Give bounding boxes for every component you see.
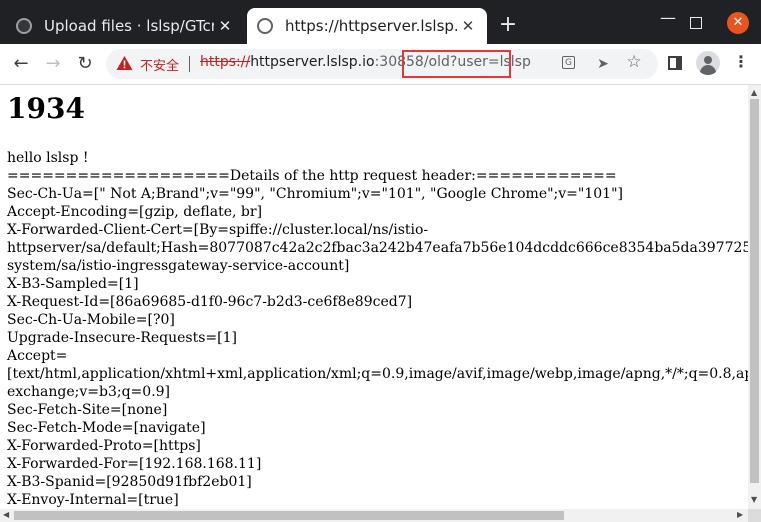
tab-upload-files[interactable]: Upload files · lslsp/GTcnca ✕ [8,8,244,44]
url-host: httpserver.lslsp.io [250,54,375,70]
github-icon [16,18,32,34]
body-line: system/sa/istio-ingressgateway-service-a… [7,258,350,274]
translate-icon[interactable]: G [562,56,575,69]
new-tab-button[interactable]: + [496,14,520,36]
reload-icon[interactable]: ↻ [73,52,97,76]
send-icon[interactable]: ➤ [594,56,612,72]
url-path-highlight [402,50,511,78]
body-line: Accept= [7,348,68,364]
maximize-window-button[interactable] [690,17,702,29]
body-line: Sec-Fetch-Site=[none] [7,402,168,418]
browser-title-bar: Upload files · lslsp/GTcnca ✕ https://ht… [0,0,761,44]
horizontal-scrollbar[interactable]: ◀ ▶ [0,509,748,522]
kebab-menu-icon[interactable]: ⋮ [733,52,749,72]
page-content: 1934 hello lslsp ! ===================Det… [0,85,748,509]
body-line: X-Forwarded-Proto=[https] [7,438,201,454]
body-line: X-B3-Spanid=[92850d91fbf2eb01] [7,474,252,490]
body-line: X-Forwarded-For=[192.168.168.11] [7,456,262,472]
scroll-right-arrow-icon[interactable]: ▶ [737,510,743,519]
body-line: Sec-Fetch-Mode=[navigate] [7,420,206,436]
body-line: Upgrade-Insecure-Requests=[1] [7,330,237,346]
warning-triangle-icon[interactable] [116,55,133,71]
not-secure-label[interactable]: 不安全 [140,55,179,74]
browser-toolbar: ← → ↻ 不安全 https://httpserver.lslsp.io:30… [0,44,761,85]
minimize-window-button[interactable]: — [658,8,678,27]
side-panel-icon[interactable] [668,56,682,70]
response-body: hello lslsp ! ===================Details … [7,149,748,509]
body-line: Sec-Ch-Ua=[" Not A;Brand";v="99", "Chrom… [7,186,623,202]
body-line: exchange;v=b3;q=0.9] [7,384,171,400]
tab-title: Upload files · lslsp/GTcnca [44,17,214,35]
bookmark-star-icon[interactable]: ☆ [625,54,643,71]
body-line: X-Envoy-Internal=[true] [7,492,179,508]
back-arrow-icon[interactable]: ← [9,52,33,76]
body-line: ===================Details of the http r… [7,168,617,184]
horizontal-scroll-thumb[interactable] [14,511,564,520]
page-heading: 1934 [7,92,85,125]
profile-avatar-icon[interactable] [696,51,720,75]
scroll-up-arrow-icon[interactable]: ▲ [751,88,757,97]
body-line: Accept-Encoding=[gzip, deflate, br] [7,204,263,220]
body-line: hello lslsp ! [7,150,89,166]
vertical-scroll-thumb[interactable] [750,99,759,483]
tab-close-icon[interactable]: ✕ [214,17,236,35]
body-line: X-B3-Sampled=[1] [7,276,139,292]
body-line: [text/html,application/xhtml+xml,applica… [7,366,748,382]
address-bar[interactable]: 不安全 https://httpserver.lslsp.io:30858/ol… [106,49,658,79]
scroll-left-arrow-icon[interactable]: ◀ [3,510,9,519]
scroll-down-arrow-icon[interactable]: ▼ [751,495,757,504]
scrollbar-corner [748,509,761,522]
avatar-shoulders [700,65,716,75]
forward-arrow-icon[interactable]: → [41,52,65,76]
vertical-scrollbar[interactable]: ▲ ▼ [748,85,761,509]
tab-httpserver[interactable]: https://httpserver.lslsp.io ✕ [247,8,487,44]
avatar-head [704,56,712,64]
body-line: X-Forwarded-Client-Cert=[By=spiffe://clu… [7,222,429,238]
tab-title: https://httpserver.lslsp.io [285,17,457,35]
globe-icon [257,18,273,34]
divider [189,56,190,72]
close-window-button[interactable]: ✕ [727,12,749,34]
tab-close-icon[interactable]: ✕ [457,17,479,35]
body-line: X-Request-Id=[86a69685-d1f0-96c7-b2d3-ce… [7,294,413,310]
url-scheme: https:// [200,54,251,70]
body-line: Sec-Ch-Ua-Mobile=[?0] [7,312,175,328]
body-line: httpserver/sa/default;Hash=8077087c42a2c… [7,240,748,256]
